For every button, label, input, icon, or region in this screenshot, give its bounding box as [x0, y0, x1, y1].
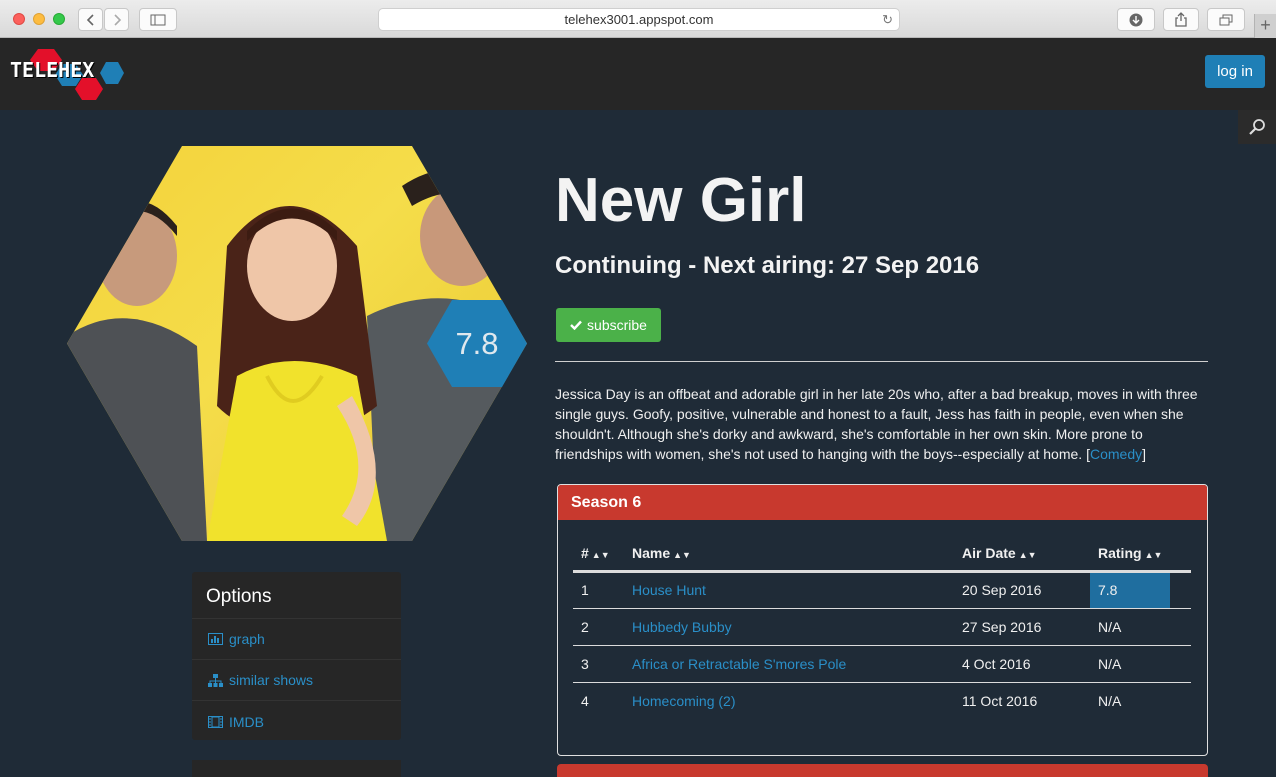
new-tab-button[interactable]: + — [1254, 14, 1276, 38]
search-button[interactable] — [1238, 110, 1276, 144]
column-name[interactable]: Name ▲▼ — [624, 537, 954, 573]
table-row: 4 Homecoming (2) 11 Oct 2016 N/A — [573, 682, 1191, 719]
sort-icon: ▲▼ — [673, 550, 691, 561]
option-graph[interactable]: graph — [192, 619, 401, 660]
column-rating[interactable]: Rating ▲▼ — [1090, 537, 1191, 573]
episode-name-link[interactable]: Homecoming (2) — [624, 682, 954, 719]
sidebar-icon — [150, 14, 166, 25]
site-navbar: TELEHEX log in — [0, 38, 1276, 110]
episode-air-date: 20 Sep 2016 — [954, 571, 1090, 609]
browser-chrome: telehex3001.appspot.com ↻ + — [0, 0, 1276, 38]
option-imdb[interactable]: IMDB — [192, 701, 401, 742]
film-icon — [208, 715, 223, 728]
secondary-panel — [192, 760, 401, 777]
subscribe-button[interactable]: subscribe — [556, 308, 661, 342]
forward-button[interactable] — [104, 8, 129, 31]
table-header-row: # ▲▼ Name ▲▼ Air Date ▲▼ Rating ▲▼ — [573, 537, 1191, 573]
tabs-button[interactable] — [1207, 8, 1245, 31]
download-icon — [1129, 13, 1143, 26]
option-similar-label: similar shows — [229, 672, 314, 688]
genre-link[interactable]: Comedy — [1090, 446, 1142, 462]
search-icon — [1249, 119, 1265, 135]
table-row: 1 House Hunt 20 Sep 2016 7.8 — [573, 571, 1191, 609]
episode-number: 1 — [573, 571, 624, 609]
bar-chart-icon — [208, 633, 223, 645]
sitemap-icon — [208, 673, 223, 687]
row-filler — [1170, 571, 1191, 609]
show-status: Continuing - Next airing: 27 Sep 2016 — [555, 252, 980, 279]
login-button[interactable]: log in — [1205, 55, 1265, 88]
url-text: telehex3001.appspot.com — [564, 12, 714, 27]
episode-air-date: 27 Sep 2016 — [954, 608, 1090, 646]
show-title: New Girl — [555, 166, 807, 235]
season-title: Season 6 — [558, 485, 1207, 520]
option-imdb-label: IMDB — [229, 713, 264, 730]
episode-rating: 7.8 — [1090, 571, 1170, 609]
episode-name-link[interactable]: Africa or Retractable S'mores Pole — [624, 645, 954, 683]
chevron-right-icon — [113, 13, 121, 26]
episode-table: # ▲▼ Name ▲▼ Air Date ▲▼ Rating ▲▼ 1 House H… — [573, 537, 1191, 719]
episode-number: 3 — [573, 645, 624, 683]
column-number-label: # — [581, 545, 589, 562]
check-icon — [570, 320, 582, 330]
zoom-window-button[interactable] — [53, 13, 65, 25]
downloads-button[interactable] — [1117, 8, 1155, 31]
options-title: Options — [192, 572, 401, 619]
episode-rating: N/A — [1090, 645, 1170, 683]
tabs-icon — [1219, 14, 1233, 25]
episode-name-link[interactable]: Hubbedy Bubby — [624, 608, 954, 646]
column-name-label: Name — [632, 545, 671, 562]
episode-number: 2 — [573, 608, 624, 646]
telehex-logo[interactable]: TELEHEX — [10, 46, 130, 102]
table-row: 3 Africa or Retractable S'mores Pole 4 O… — [573, 645, 1191, 683]
sort-icon: ▲▼ — [1018, 550, 1037, 561]
episode-rating: N/A — [1090, 608, 1170, 646]
row-filler — [1170, 682, 1191, 719]
column-number[interactable]: # ▲▼ — [573, 537, 624, 573]
subscribe-label: subscribe — [587, 317, 647, 333]
next-season-panel — [557, 764, 1208, 777]
chevron-left-icon — [86, 13, 94, 26]
show-description: Jessica Day is an offbeat and adorable g… — [555, 386, 1198, 462]
options-panel: Options graph similar shows IMDB — [192, 572, 401, 740]
share-icon — [1175, 12, 1187, 27]
address-bar[interactable]: telehex3001.appspot.com ↻ — [378, 8, 900, 31]
reload-icon[interactable]: ↻ — [882, 12, 893, 28]
sort-icon: ▲▼ — [1144, 550, 1163, 561]
column-air-date[interactable]: Air Date ▲▼ — [954, 537, 1090, 573]
column-rating-label: Rating — [1098, 545, 1142, 562]
episode-name-link[interactable]: House Hunt — [624, 571, 954, 609]
season-panel: Season 6 # ▲▼ Name ▲▼ Air Date ▲▼ Rating ▲▼ … — [557, 484, 1208, 756]
episode-air-date: 11 Oct 2016 — [962, 692, 1038, 709]
sort-icon: ▲▼ — [591, 550, 610, 561]
back-button[interactable] — [78, 8, 103, 31]
row-filler — [1170, 608, 1191, 646]
column-air-date-label: Air Date — [962, 545, 1016, 562]
option-similar-shows[interactable]: similar shows — [192, 660, 401, 701]
logo-text: TELEHEX — [10, 58, 95, 82]
episode-rating: N/A — [1098, 692, 1122, 709]
share-button[interactable] — [1163, 8, 1199, 31]
episode-air-date: 4 Oct 2016 — [954, 645, 1090, 683]
minimize-window-button[interactable] — [33, 13, 45, 25]
option-graph-label: graph — [229, 631, 265, 647]
episode-number: 4 — [581, 692, 589, 709]
table-row: 2 Hubbedy Bubby 27 Sep 2016 N/A — [573, 608, 1191, 646]
content-divider — [555, 361, 1208, 362]
close-window-button[interactable] — [13, 13, 25, 25]
sidebar-toggle-button[interactable] — [139, 8, 177, 31]
row-filler — [1170, 645, 1191, 683]
